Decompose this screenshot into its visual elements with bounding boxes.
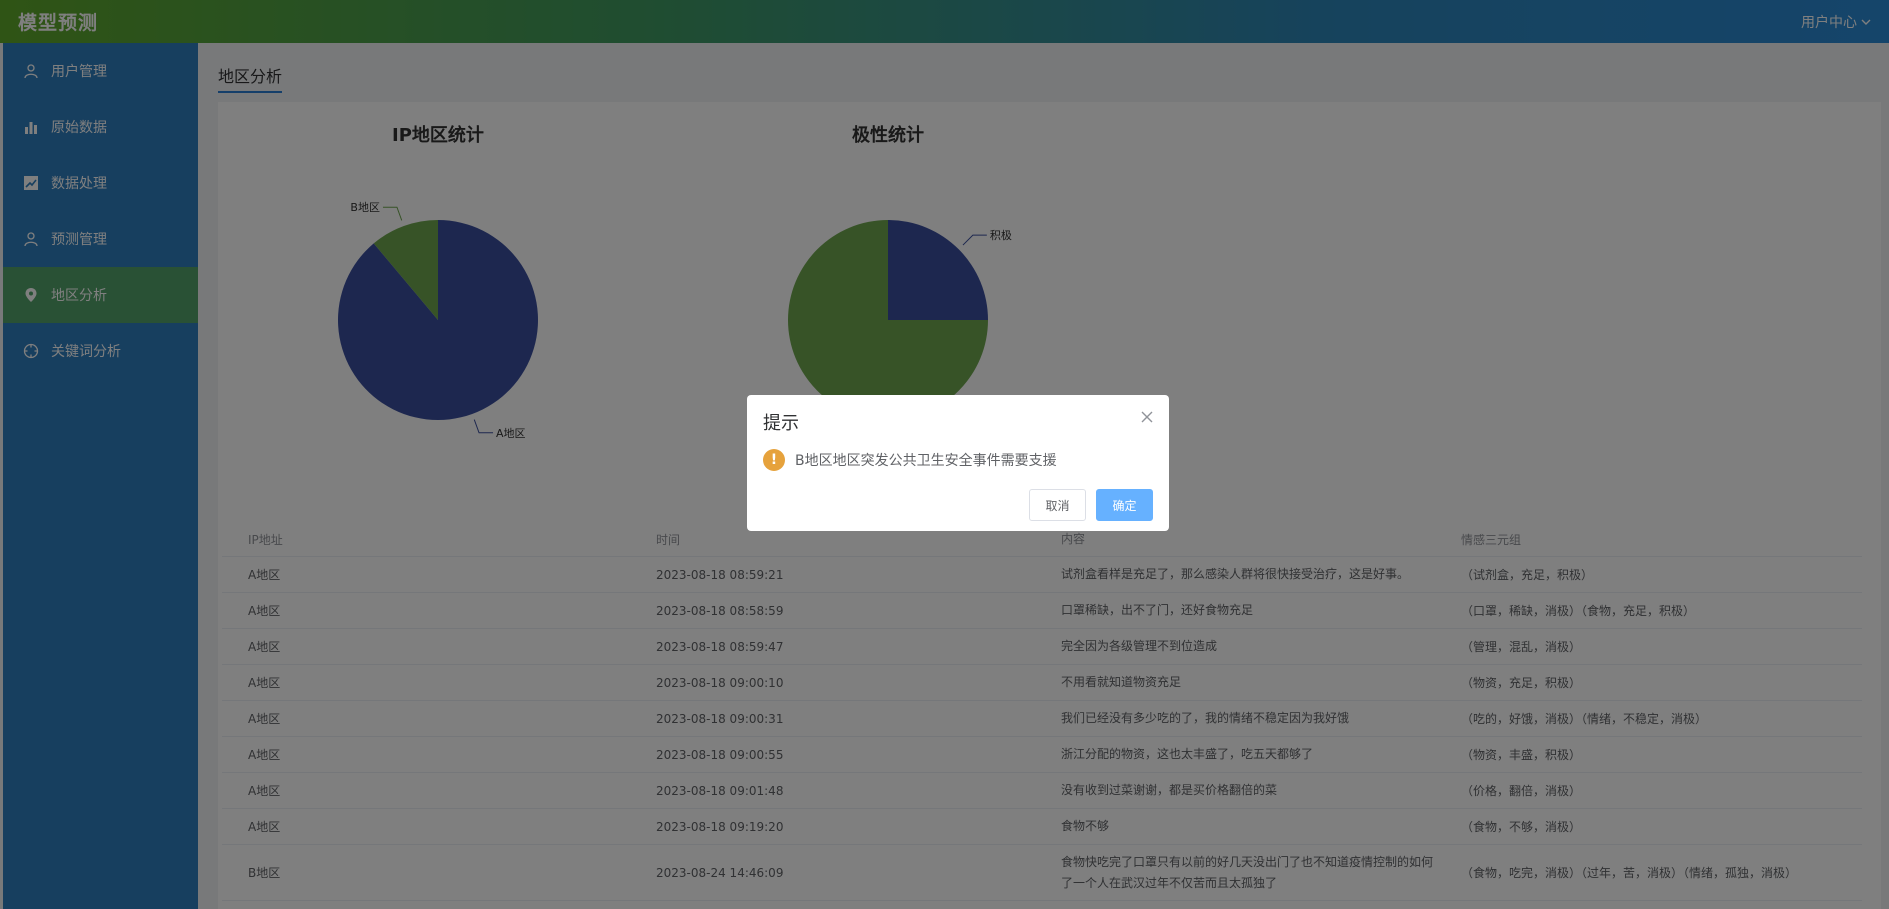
dialog-buttons: 取消 确定: [1029, 489, 1153, 521]
dialog-title: 提示: [763, 413, 799, 434]
dialog-message: B地区地区突发公共卫生安全事件需要支援: [795, 453, 1057, 469]
cancel-button[interactable]: 取消: [1029, 489, 1086, 521]
warning-icon: !: [763, 449, 785, 471]
dialog-message-row: ! B地区地区突发公共卫生安全事件需要支援: [763, 449, 1057, 471]
confirm-button[interactable]: 确定: [1096, 489, 1153, 521]
close-icon[interactable]: [1139, 409, 1155, 425]
alert-dialog: 提示 ! B地区地区突发公共卫生安全事件需要支援 取消 确定: [747, 395, 1169, 531]
